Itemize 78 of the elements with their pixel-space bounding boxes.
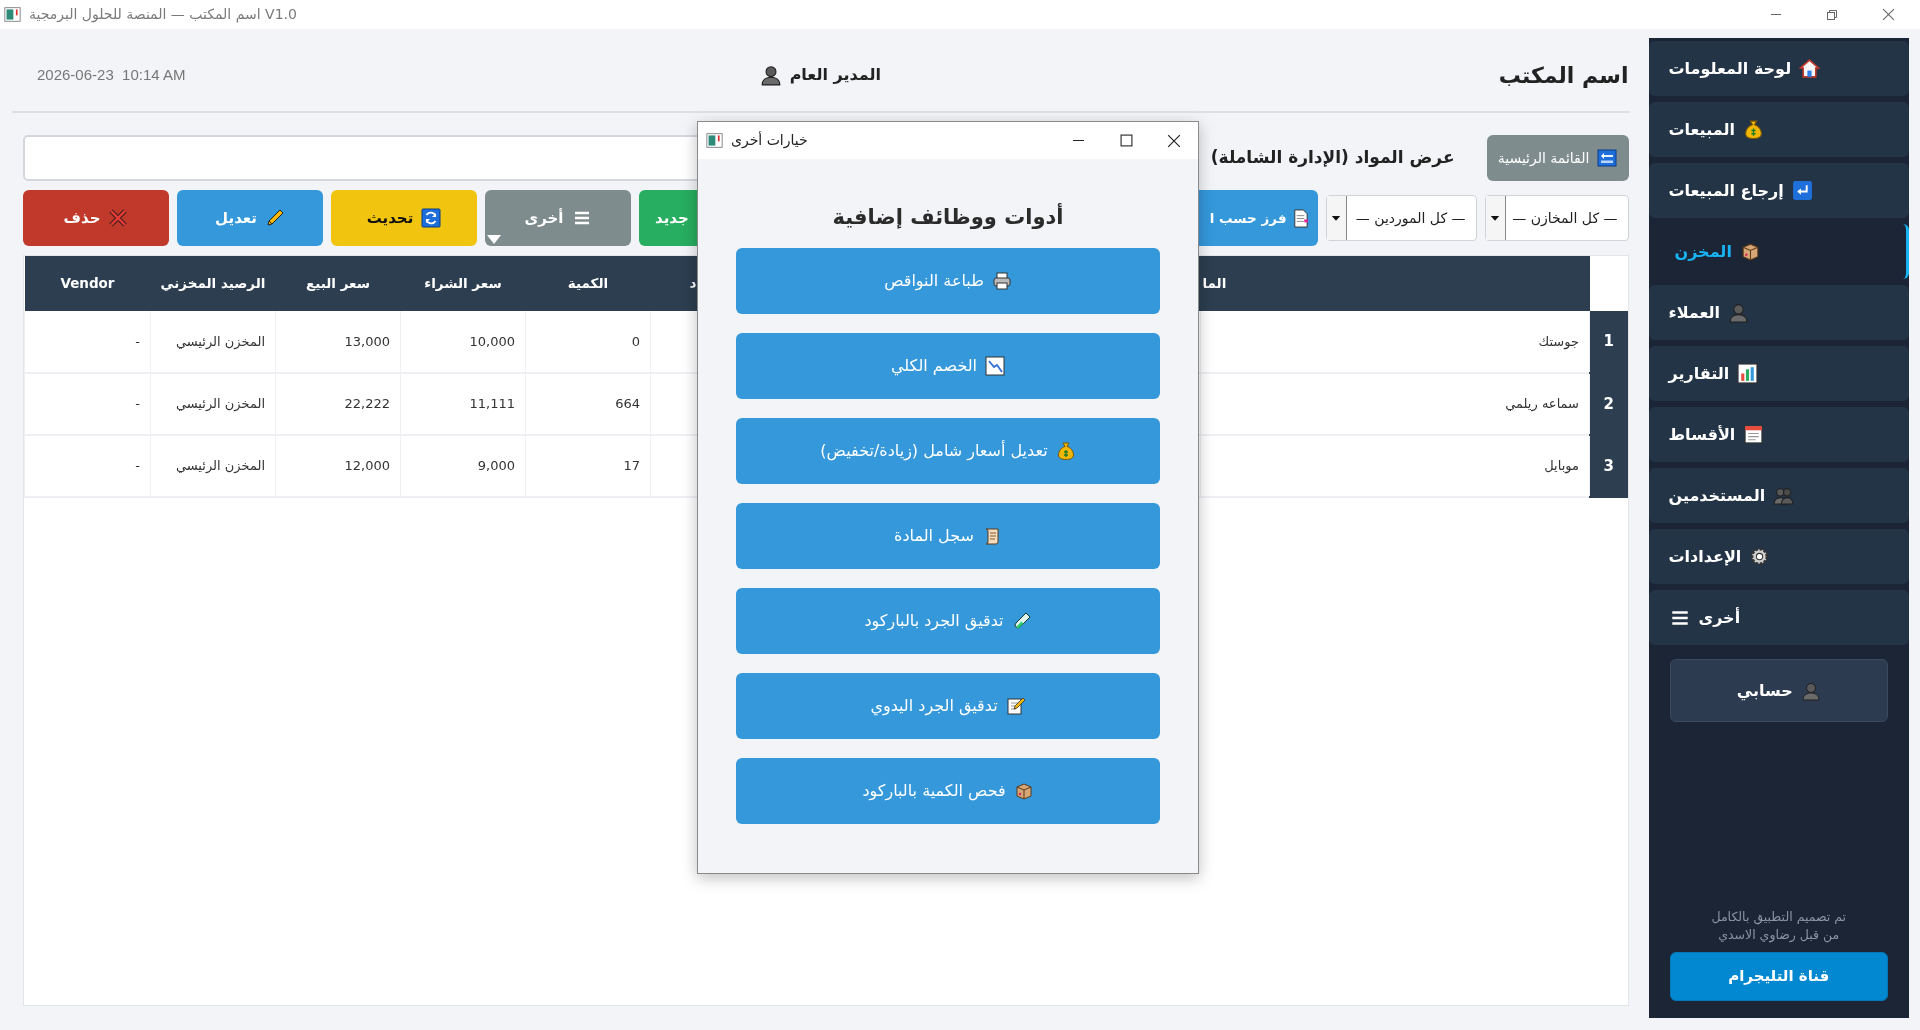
column-header: الكمية [567, 275, 609, 292]
people-icon [1773, 485, 1795, 506]
column-header: سعر البيع [306, 275, 370, 292]
restore-icon [1826, 8, 1838, 21]
person-icon [759, 64, 782, 86]
column-header: Vendor [60, 275, 115, 292]
warehouse-dropdown[interactable]: — كل المخازن — [1484, 195, 1629, 241]
sidebar-item[interactable]: الإعدادات [1648, 529, 1909, 584]
row-number: 2 [1603, 394, 1614, 413]
cross-icon [108, 208, 129, 228]
row-number: 1 [1603, 332, 1614, 351]
sidebar-item[interactable]: إرجاع المبيعات [1648, 163, 1909, 218]
table-cell: سماعه ريلمي [1505, 396, 1579, 412]
column-header: الما [1202, 275, 1227, 292]
dialog-title: خيارات أخرى [731, 130, 808, 151]
refresh-icon [421, 208, 442, 228]
dialog-heading: أدوات ووظائف إضافية [832, 205, 1064, 229]
money-bag-icon [1742, 119, 1764, 140]
person-icon [1728, 302, 1750, 323]
printer-icon [991, 271, 1012, 291]
sidebar-item[interactable]: المبيعات [1648, 102, 1909, 157]
user-name: المدير العام [789, 64, 881, 86]
sidebar-item[interactable]: المخزن [1648, 224, 1909, 279]
page-title: عرض المواد (الإدارة الشاملة) [1210, 146, 1455, 170]
table-cell: 664 [615, 396, 640, 412]
credit-text: تم تصميم التطبيق بالكامل من قبل رضاوي الاسدي [1710, 907, 1848, 944]
house-icon [1799, 58, 1821, 79]
table-cell: المخزن الرئيسي [175, 396, 265, 412]
memo-icon [1005, 696, 1026, 716]
table-cell: 0 [631, 333, 640, 349]
table-cell: المخزن الرئيسي [175, 333, 265, 349]
table-cell: - [135, 396, 140, 412]
table-cell: 10,000 [469, 333, 515, 349]
app-icon [706, 132, 723, 149]
gear-icon [1749, 546, 1771, 567]
money-bag-icon [1055, 441, 1076, 461]
window-title: V1.0 اسم المكتب — المنصة للحلول البرمجية [29, 5, 297, 25]
dropdown-caret-icon [487, 235, 501, 244]
minimize-icon [1771, 14, 1781, 15]
table-cell: 22,222 [344, 396, 390, 412]
person-icon [1800, 680, 1821, 701]
table-cell: جوستك [1538, 333, 1579, 349]
row-number: 3 [1603, 456, 1614, 475]
sidebar-item[interactable]: العملاء [1648, 285, 1909, 340]
app-icon [4, 6, 21, 23]
minimize-icon [1072, 140, 1084, 141]
column-header: الرصيد المخزني [160, 275, 266, 292]
date-time: 2026-06-23 10:14 AM [37, 65, 186, 83]
table-cell: 17 [623, 458, 640, 474]
close-icon [1167, 133, 1181, 148]
close-icon [1881, 8, 1895, 21]
table-cell: 9,000 [477, 458, 515, 474]
sidebar-item[interactable]: المستخدمين [1648, 468, 1909, 523]
box-icon [1013, 781, 1034, 801]
table-cell: 13,000 [344, 333, 390, 349]
account-button[interactable]: حسابي [1669, 659, 1888, 722]
column-header: سعر الشراء [424, 275, 502, 292]
sidebar-item[interactable]: الأقساط [1648, 407, 1909, 462]
office-name: اسم المكتب [1498, 62, 1629, 88]
refresh-button[interactable]: تحديث [331, 190, 477, 246]
table-cell: - [135, 458, 140, 474]
down-chart-icon [985, 356, 1006, 376]
bar-chart-icon [1737, 363, 1759, 384]
maximize-icon [1119, 134, 1133, 147]
column-header: د [689, 275, 697, 292]
table-cell: 11,111 [469, 396, 515, 412]
telegram-button[interactable]: قناة التليجرام [1669, 952, 1888, 1001]
delete-button[interactable]: حذف [23, 190, 169, 246]
pencil-icon [264, 208, 285, 228]
sidebar-item[interactable]: لوحة المعلومات [1648, 41, 1909, 96]
table-cell: 12,000 [344, 458, 390, 474]
table-cell: - [135, 333, 140, 349]
table-cell: موبايل [1544, 458, 1579, 474]
sidebar-item[interactable]: التقارير [1648, 346, 1909, 401]
supplier-dropdown[interactable]: — كل الموردين — [1325, 195, 1477, 241]
calendar-icon [1743, 424, 1765, 445]
sidebar-item[interactable]: أخرى [1648, 590, 1909, 645]
table-cell: المخزن الرئيسي [175, 458, 265, 474]
